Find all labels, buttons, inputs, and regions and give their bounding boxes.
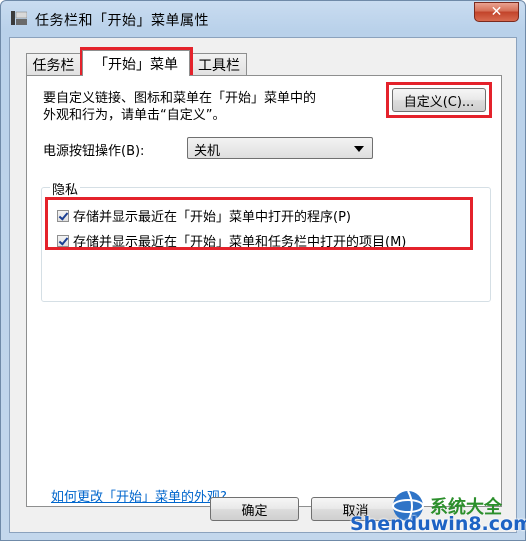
dialog-body: 任务栏 「开始」菜单 工具栏 要自定义链接、图标和菜单在「开始」菜单中的 外观和… xyxy=(9,37,517,533)
tab-toolbars[interactable]: 工具栏 xyxy=(191,53,247,75)
taskbar-icon xyxy=(11,11,27,25)
power-button-label: 电源按钮操作(B): xyxy=(43,144,145,159)
tab-label: 任务栏 xyxy=(32,57,75,74)
power-action-value: 关机 xyxy=(194,144,221,159)
customize-highlight xyxy=(386,82,492,118)
tab-label: 工具栏 xyxy=(198,57,240,74)
close-button[interactable]: ✕ xyxy=(474,2,519,22)
description: 要自定义链接、图标和菜单在「开始」菜单中的 外观和行为，请单击“自定义”。 xyxy=(43,90,373,124)
power-action-select[interactable]: 关机 xyxy=(187,137,373,159)
help-link[interactable]: 如何更改「开始」菜单的外观? xyxy=(51,486,227,505)
window-title: 任务栏和「开始」菜单属性 xyxy=(35,13,209,29)
tab-start-menu[interactable]: 「开始」菜单 xyxy=(82,50,190,76)
watermark-text: Shenduwin8.com xyxy=(350,513,526,535)
description-line-1: 要自定义链接、图标和菜单在「开始」菜单中的 xyxy=(43,91,317,106)
title-bar[interactable]: 任务栏和「开始」菜单属性 ✕ xyxy=(1,1,525,37)
description-line-2: 外观和行为，请单击“自定义”。 xyxy=(43,108,226,123)
close-icon: ✕ xyxy=(490,4,503,20)
ok-button[interactable]: 确定 xyxy=(210,497,299,521)
tab-taskbar[interactable]: 任务栏 xyxy=(26,53,81,75)
privacy-highlight xyxy=(45,197,473,250)
privacy-title: 隐私 xyxy=(50,179,81,198)
chevron-down-icon xyxy=(354,146,364,152)
watermark: 系统大全 Shenduwin8.com xyxy=(346,489,526,539)
properties-window: 任务栏和「开始」菜单属性 ✕ 任务栏 「开始」菜单 工具栏 要自定义链接、图标和… xyxy=(0,0,526,541)
start-menu-panel: 要自定义链接、图标和菜单在「开始」菜单中的 外观和行为，请单击“自定义”。 自定… xyxy=(26,75,502,507)
tab-label: 「开始」菜单 xyxy=(94,56,178,73)
